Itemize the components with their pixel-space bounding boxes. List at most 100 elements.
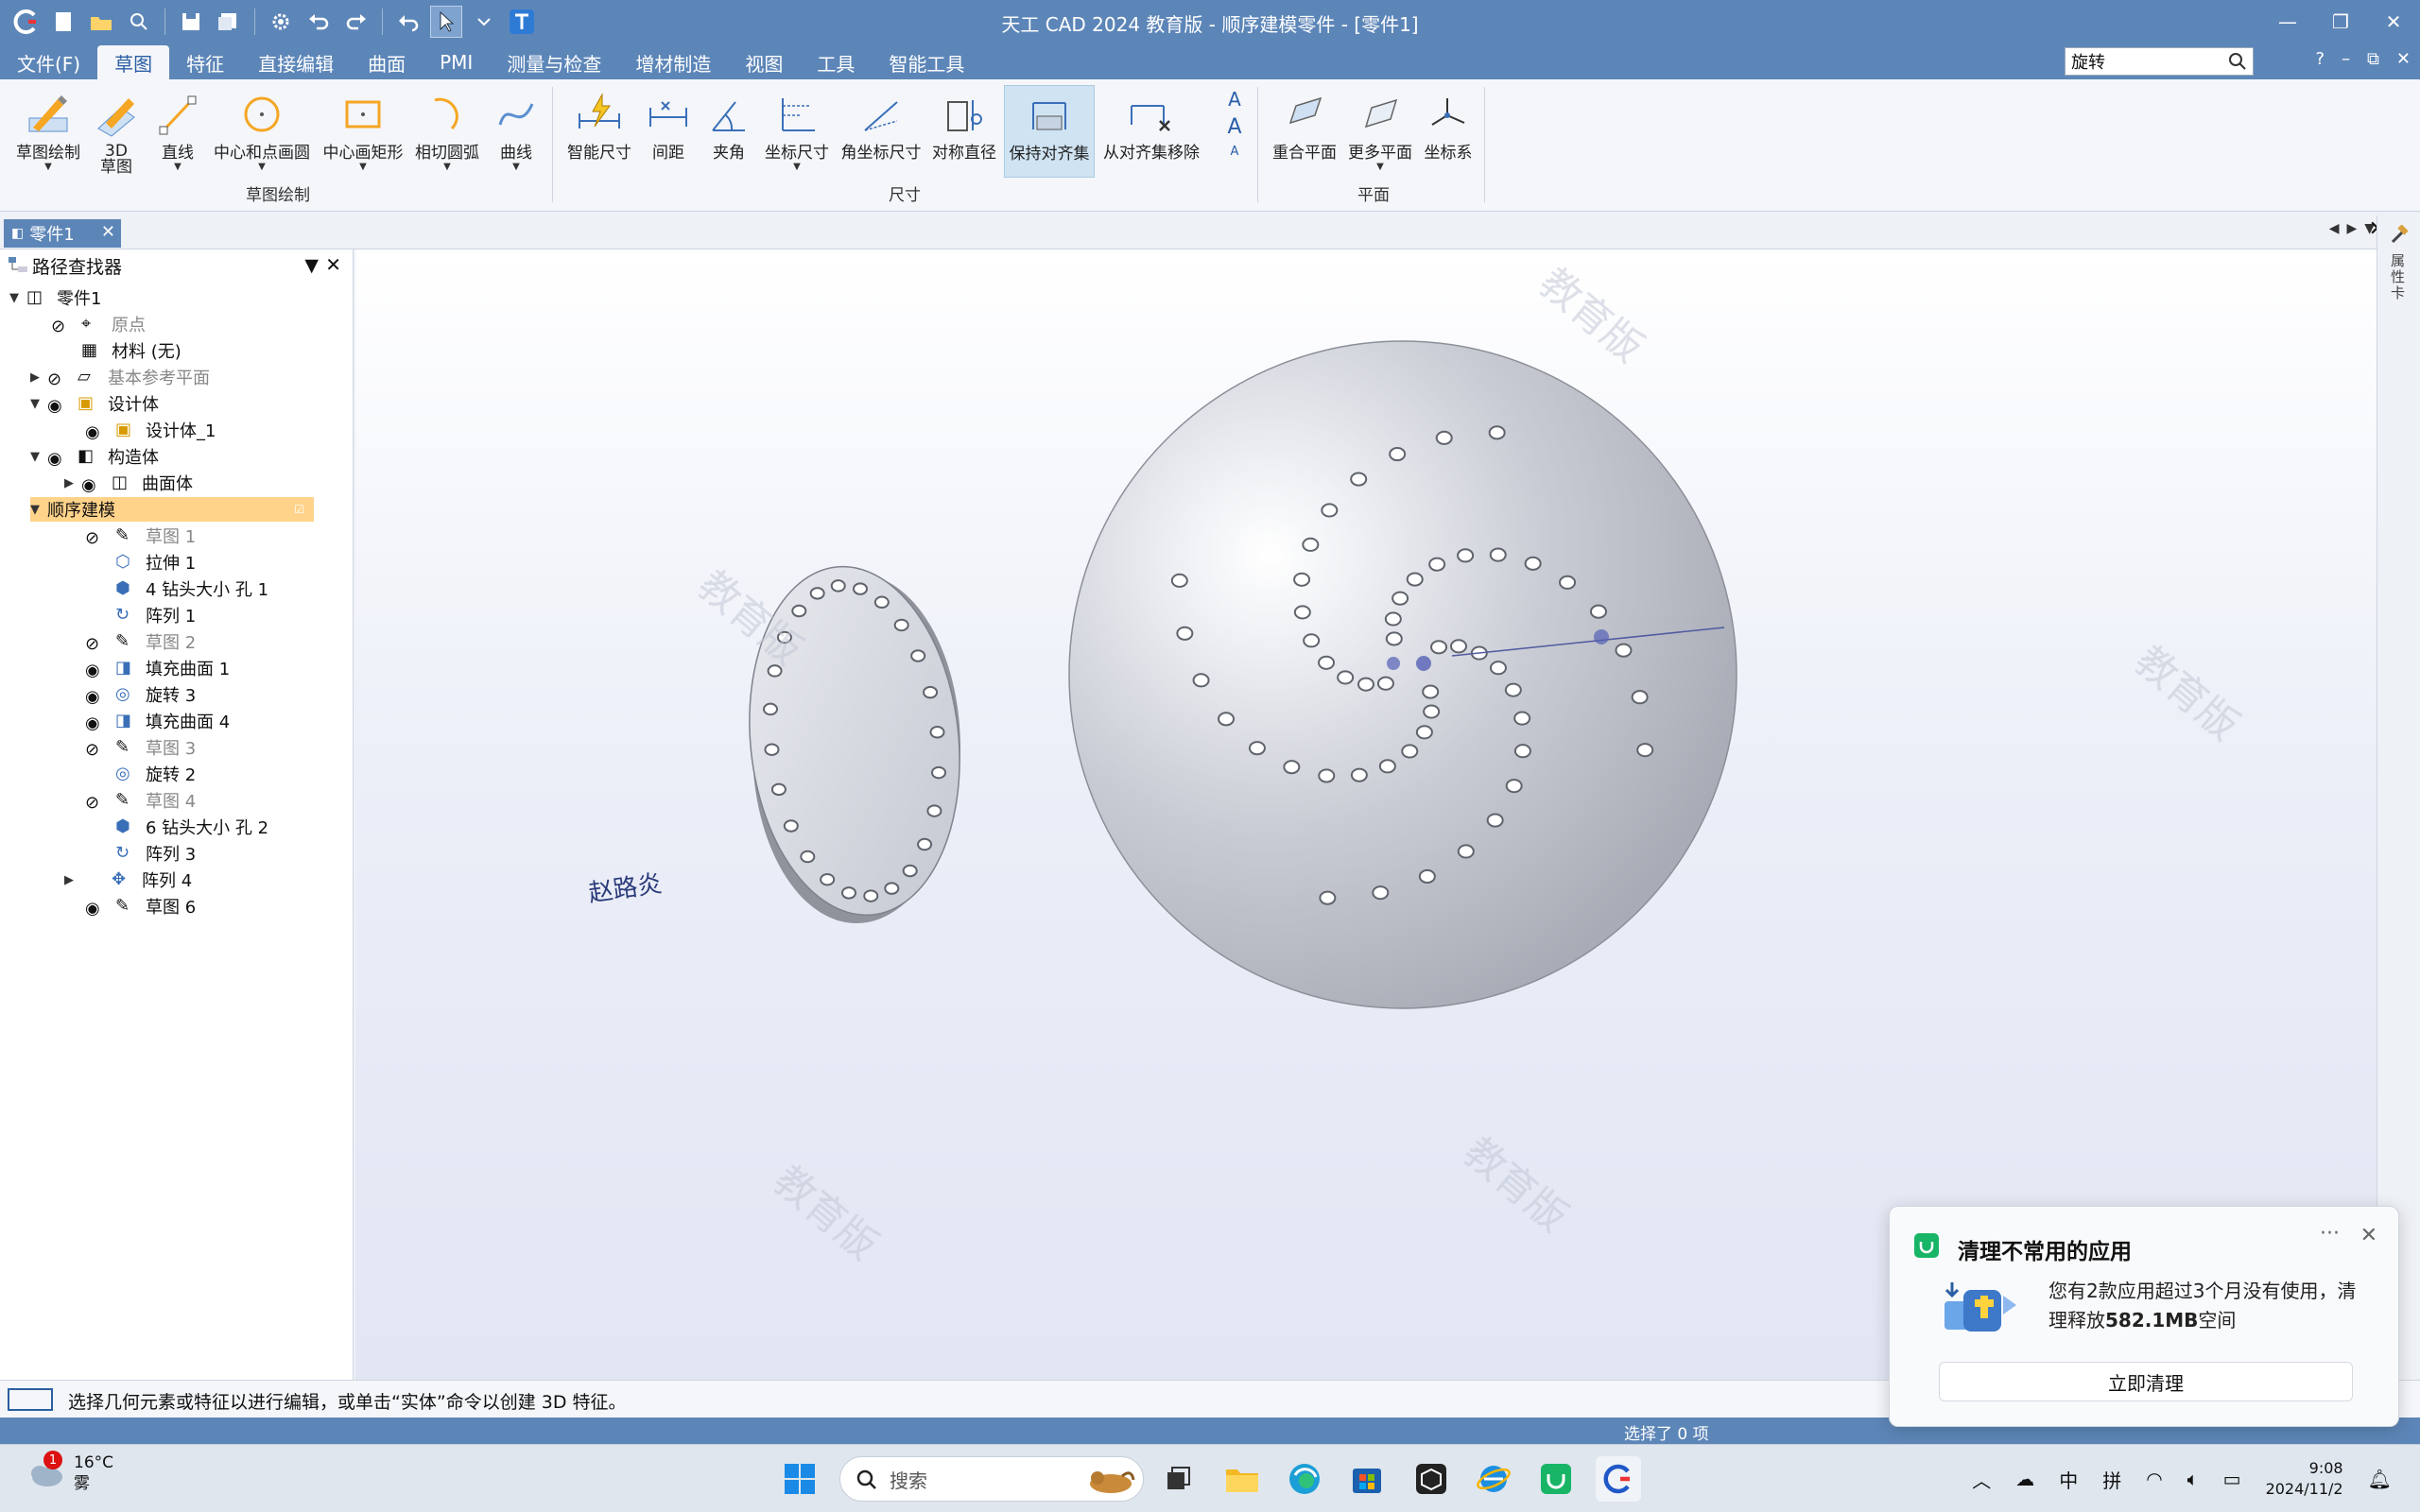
tree-node-construction[interactable]: ▼ ◉ ◧ 构造体 xyxy=(30,444,159,469)
sketch-3d-button[interactable]: 3D 草图 xyxy=(91,85,142,176)
command-search-input[interactable]: 旋转 xyxy=(2065,47,2254,76)
smart-dim-button[interactable]: 智能尺寸 xyxy=(563,85,635,163)
hidden-eye-icon[interactable]: ⊘ xyxy=(85,740,106,760)
restore-button[interactable]: ❐ xyxy=(2314,0,2367,43)
cube-app-icon[interactable] xyxy=(1409,1456,1454,1502)
save-all-icon[interactable] xyxy=(213,6,245,38)
notification-bell-icon[interactable]: 🔔︎ xyxy=(2368,1468,2392,1490)
ie-browser-icon[interactable] xyxy=(1471,1456,1516,1502)
ime-language[interactable]: 中 xyxy=(2059,1466,2078,1493)
tree-node-hole2[interactable]: ⬢ 6 钻头大小 孔 2 xyxy=(115,815,268,839)
tree-node-origin[interactable]: ⊘ ⌖ 原点 xyxy=(51,312,146,336)
checkbox-icon[interactable]: ☑ xyxy=(294,503,304,516)
tree-node-surface-body[interactable]: ▶ ◉ ◫ 曲面体 xyxy=(64,471,193,495)
expand-icon[interactable]: ▶ xyxy=(64,873,81,887)
collapse-icon[interactable]: ▼ xyxy=(9,291,26,305)
coord-dim-button[interactable]: 坐标尺寸 ▼ xyxy=(760,85,834,172)
visible-eye-icon[interactable]: ◉ xyxy=(85,899,106,919)
tree-node-extrude1[interactable]: ⬡ 拉伸 1 xyxy=(115,550,196,575)
distance-button[interactable]: 间距 xyxy=(645,85,692,163)
expand-icon[interactable]: ▶ xyxy=(64,476,81,490)
minimize-button[interactable]: — xyxy=(2261,0,2314,43)
select-pointer-icon[interactable] xyxy=(430,6,462,38)
tree-node-sketch2[interactable]: ⊘ ✎ 草图 2 xyxy=(85,629,196,654)
line-button[interactable]: 直线 ▼ xyxy=(149,85,206,172)
visible-eye-icon[interactable]: ◉ xyxy=(85,713,106,733)
tree-node-design-body-1[interactable]: ◉ ▣ 设计体_1 xyxy=(85,418,216,442)
chevron-down-icon[interactable] xyxy=(468,6,500,38)
tree-node-rev2[interactable]: ◎ 旋转 2 xyxy=(115,762,196,786)
tab-direct-edit[interactable]: 直接编辑 xyxy=(241,45,351,79)
tiangong-cad-taskbar-icon[interactable] xyxy=(1596,1456,1641,1502)
close-panel-icon[interactable]: ✕ xyxy=(325,253,341,276)
coord-sys-button[interactable]: 坐标系 xyxy=(1420,85,1477,163)
tree-node-pattern1[interactable]: ↻ 阵列 1 xyxy=(115,603,196,627)
file-explorer-icon[interactable] xyxy=(1219,1456,1265,1502)
visible-eye-icon[interactable]: ◉ xyxy=(47,449,68,469)
sketch-draw-button[interactable]: 草图绘制 ▼ xyxy=(11,85,85,172)
close-icon[interactable]: ✕ xyxy=(2360,1224,2377,1247)
text-t-icon[interactable] xyxy=(506,6,538,38)
tree-node-sketch3[interactable]: ⊘ ✎ 草图 3 xyxy=(85,735,196,760)
onedrive-cloud-icon[interactable]: ☁ xyxy=(2015,1468,2034,1490)
new-file-icon[interactable] xyxy=(47,6,79,38)
security-manager-icon[interactable] xyxy=(1533,1456,1579,1502)
hammer-icon[interactable] xyxy=(2389,224,2410,250)
file-menu[interactable]: 文件(F) xyxy=(0,45,97,79)
keep-align-button[interactable]: 保持对齐集 xyxy=(1004,85,1095,178)
dome-part[interactable] xyxy=(1068,340,1737,1009)
expand-icon[interactable]: ▶ xyxy=(30,370,47,385)
battery-icon[interactable]: ▭ xyxy=(2223,1468,2241,1490)
tree-node-pattern3[interactable]: ↻ 阵列 3 xyxy=(115,841,196,866)
document-tab-part1[interactable]: ◧ 零件1 ✕ xyxy=(4,219,121,248)
remove-align-button[interactable]: 从对齐集移除 xyxy=(1100,85,1202,163)
wifi-icon[interactable]: ◠ xyxy=(2146,1468,2162,1490)
microsoft-store-icon[interactable] xyxy=(1344,1456,1390,1502)
command-box-icon[interactable] xyxy=(8,1388,53,1411)
cleanup-now-button[interactable]: 立即清理 xyxy=(1939,1362,2353,1401)
visible-eye-icon[interactable]: ◉ xyxy=(47,396,68,416)
back-arrow-icon[interactable] xyxy=(392,6,424,38)
tab-additive[interactable]: 增材制造 xyxy=(618,45,728,79)
sym-diameter-button[interactable]: 对称直径 xyxy=(928,85,1000,163)
collapse-icon[interactable]: ▼ xyxy=(30,397,47,411)
more-planes-button[interactable]: 更多平面 ▼ xyxy=(1344,85,1416,172)
edge-browser-icon[interactable] xyxy=(1282,1456,1327,1502)
angle-coord-dim-button[interactable]: 角坐标尺寸 xyxy=(838,85,925,163)
close-button[interactable]: ✕ xyxy=(2367,0,2420,43)
tree-node-design-body[interactable]: ▼ ◉ ▣ 设计体 xyxy=(30,391,159,416)
tangent-arc-button[interactable]: 相切圆弧 ▼ xyxy=(410,85,484,172)
hidden-eye-icon[interactable]: ⊘ xyxy=(85,528,106,548)
settings-gear-icon[interactable] xyxy=(265,6,297,38)
tab-tools[interactable]: 工具 xyxy=(800,45,872,79)
tree-node-sketch1[interactable]: ⊘ ✎ 草图 1 xyxy=(85,524,196,548)
ribbon-restore-button[interactable]: ⧉ xyxy=(2367,49,2379,69)
tree-node-fill4[interactable]: ◉ ◨ 填充曲面 4 xyxy=(85,709,230,733)
ime-mode[interactable]: 拼 xyxy=(2102,1466,2121,1493)
tab-view[interactable]: 视图 xyxy=(728,45,800,79)
coincident-plane-button[interactable]: 重合平面 xyxy=(1269,85,1340,163)
tree-node-part1[interactable]: ▼ ◫ 零件1 xyxy=(9,285,101,310)
tab-sketch[interactable]: 草图 xyxy=(97,45,170,79)
tree-node-pattern4[interactable]: ▶ ✥ 阵列 4 xyxy=(64,868,192,892)
tree-node-fill1[interactable]: ◉ ◨ 填充曲面 1 xyxy=(85,656,230,680)
tab-measure[interactable]: 测量与检查 xyxy=(490,45,618,79)
ribbon-close-button[interactable]: ✕ xyxy=(2396,49,2411,69)
save-icon[interactable] xyxy=(175,6,207,38)
hidden-eye-icon[interactable]: ⊘ xyxy=(85,793,106,813)
open-file-icon[interactable] xyxy=(85,6,117,38)
angle-button[interactable]: 夹角 xyxy=(703,85,754,163)
search-icon[interactable] xyxy=(2228,52,2247,76)
taskbar-search-input[interactable]: 搜索 xyxy=(839,1456,1144,1502)
collapse-icon[interactable]: ▼ xyxy=(30,450,47,464)
more-options-icon[interactable]: ··· xyxy=(2320,1222,2340,1246)
visible-eye-icon[interactable]: ◉ xyxy=(85,661,106,680)
help-button[interactable]: ? xyxy=(2315,49,2325,69)
panel-options-icon[interactable]: ▼ xyxy=(304,255,319,276)
tree-node-rev3[interactable]: ◉ ◎ 旋转 3 xyxy=(85,682,196,707)
ribbon-minimize-button[interactable]: – xyxy=(2342,49,2350,69)
tree-node-hole1[interactable]: ⬢ 4 钻头大小 孔 1 xyxy=(115,576,268,601)
visible-eye-icon[interactable]: ◉ xyxy=(81,475,102,495)
close-tab-icon[interactable]: ✕ xyxy=(101,222,115,242)
tab-surface[interactable]: 曲面 xyxy=(351,45,423,79)
